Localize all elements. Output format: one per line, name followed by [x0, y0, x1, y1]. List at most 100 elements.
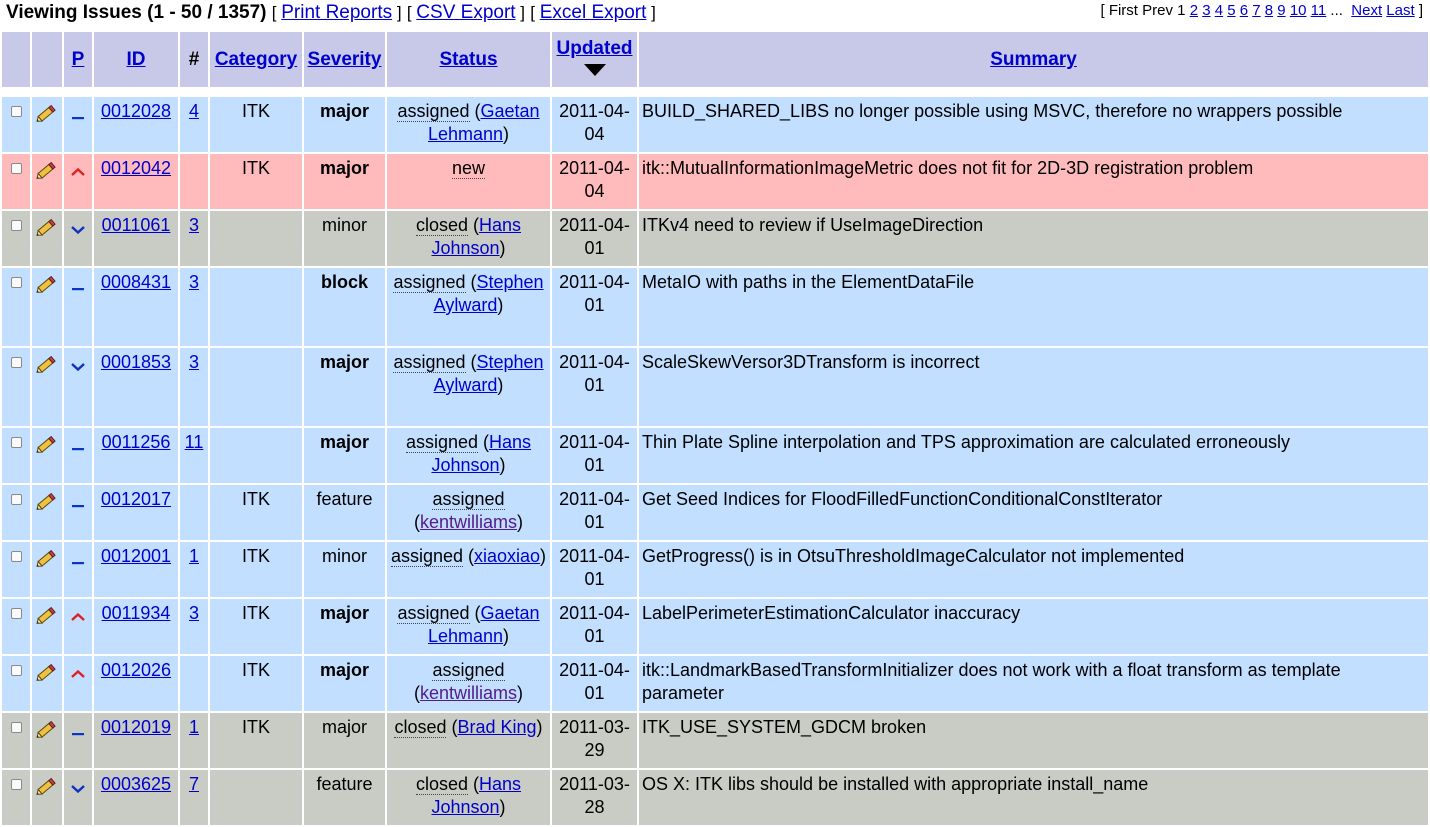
notes-count-link[interactable]: 3 — [189, 215, 199, 235]
row-select-checkbox[interactable] — [10, 494, 22, 505]
issue-id-link[interactable]: 0012028 — [101, 101, 171, 121]
issue-id-link[interactable]: 0012026 — [101, 660, 171, 680]
excel-export-link[interactable]: Excel Export — [540, 2, 647, 23]
pager-page-link[interactable]: 5 — [1227, 2, 1235, 19]
pager-page-link[interactable]: 9 — [1277, 2, 1285, 19]
pager-page-link[interactable]: 11 — [1311, 2, 1327, 19]
pencil-icon[interactable] — [35, 353, 59, 381]
issue-id-link[interactable]: 0003625 — [101, 774, 171, 794]
pencil-icon[interactable] — [35, 433, 59, 461]
pager-page-link[interactable]: 2 — [1190, 2, 1198, 19]
table-row: 0003625 7 feature closed (Hans Johnson) 2011… — [2, 770, 1428, 825]
status-cell: assigned (kentwilliams) — [387, 656, 550, 711]
sort-status-link[interactable]: Status — [439, 49, 497, 70]
notes-count-link[interactable]: 11 — [185, 432, 204, 452]
priority-normal-icon — [71, 104, 85, 127]
pager-next-link[interactable]: Next — [1351, 2, 1382, 19]
row-select-checkbox[interactable] — [10, 722, 22, 733]
pager-page-link[interactable]: 3 — [1202, 2, 1210, 19]
updated-cell: 2011-03- 28 — [552, 770, 637, 825]
pencil-icon[interactable] — [35, 661, 59, 689]
updated-date: 2011-04- 01 — [559, 432, 630, 475]
pager-page-link[interactable]: 8 — [1265, 2, 1273, 19]
table-header-row: P ID # Category Severity Status Updated … — [2, 32, 1428, 87]
row-select-checkbox[interactable] — [10, 665, 22, 676]
pencil-icon[interactable] — [35, 216, 59, 244]
row-select-checkbox[interactable] — [10, 551, 22, 562]
row-select-checkbox[interactable] — [10, 437, 22, 448]
updated-cell: 2011-04- 01 — [552, 485, 637, 540]
handler-link[interactable]: xiaoxiao — [474, 546, 540, 566]
sort-priority-link[interactable]: P — [72, 49, 85, 70]
priority-high-icon — [71, 161, 85, 184]
pencil-icon[interactable] — [35, 775, 59, 803]
row-select-checkbox[interactable] — [10, 163, 22, 174]
updated-cell: 2011-04- 04 — [552, 97, 637, 152]
notes-count-link[interactable]: 3 — [189, 272, 199, 292]
issue-id-link[interactable]: 0008431 — [101, 272, 171, 292]
notes-count-link[interactable]: 3 — [189, 603, 199, 623]
pencil-icon[interactable] — [35, 718, 59, 746]
pencil-icon[interactable] — [35, 102, 59, 130]
category-cell — [210, 211, 302, 266]
pencil-icon[interactable] — [35, 273, 59, 301]
issue-id-link[interactable]: 0001853 — [101, 352, 171, 372]
sort-summary-link[interactable]: Summary — [990, 49, 1077, 70]
row-select-checkbox[interactable] — [10, 106, 22, 117]
status-cell: assigned (xiaoxiao) — [387, 542, 550, 597]
row-select-checkbox[interactable] — [10, 277, 22, 288]
sort-severity-link[interactable]: Severity — [308, 49, 382, 70]
category-cell: ITK — [210, 97, 302, 152]
notes-count-link[interactable]: 1 — [189, 717, 199, 737]
handler-link[interactable]: Brad King — [457, 717, 536, 737]
updated-cell: 2011-04- 01 — [552, 656, 637, 711]
issue-id-link[interactable]: 0012001 — [101, 546, 171, 566]
priority-low-icon — [71, 218, 85, 241]
notes-count-link[interactable]: 3 — [189, 352, 199, 372]
updated-date: 2011-04- 04 — [559, 158, 630, 201]
pager-last-link[interactable]: Last — [1386, 2, 1414, 19]
status-label: closed — [415, 215, 468, 236]
notes-count-link[interactable]: 4 — [189, 101, 199, 121]
row-select-checkbox[interactable] — [10, 357, 22, 368]
pager-page-link[interactable]: 4 — [1215, 2, 1223, 19]
pager-page-link[interactable]: 6 — [1240, 2, 1248, 19]
pager-page-link[interactable]: 10 — [1290, 2, 1307, 19]
pencil-icon[interactable] — [35, 604, 59, 632]
pencil-icon[interactable] — [35, 159, 59, 187]
summary-cell: OS X: ITK libs should be installed with … — [639, 770, 1428, 825]
handler-link[interactable]: kentwilliams — [420, 683, 517, 703]
print-reports-link[interactable]: Print Reports — [281, 2, 392, 23]
issue-id-link[interactable]: 0011934 — [102, 603, 171, 623]
updated-date: 2011-04- 01 — [559, 546, 630, 589]
row-select-checkbox[interactable] — [10, 779, 22, 790]
table-row: 0012019 1 ITK major closed (Brad King) 2011-0… — [2, 713, 1428, 768]
updated-date: 2011-04- 01 — [559, 660, 630, 703]
pencil-icon[interactable] — [35, 490, 59, 518]
updated-date: 2011-04- 01 — [559, 272, 630, 315]
priority-normal-icon — [71, 435, 85, 458]
sort-updated-link[interactable]: Updated — [557, 38, 633, 59]
issue-id-link[interactable]: 0011061 — [102, 215, 171, 235]
severity-cell: major — [304, 428, 385, 483]
issue-id-link[interactable]: 0011256 — [102, 432, 171, 452]
row-select-checkbox[interactable] — [10, 608, 22, 619]
row-select-checkbox[interactable] — [10, 220, 22, 231]
issue-id-link[interactable]: 0012017 — [101, 489, 171, 509]
csv-export-link[interactable]: CSV Export — [416, 2, 515, 23]
summary-cell: Thin Plate Spline interpolation and TPS … — [639, 428, 1428, 483]
handler-link[interactable]: kentwilliams — [420, 512, 517, 532]
category-cell — [210, 348, 302, 426]
status-label: assigned — [397, 603, 470, 624]
notes-count-link[interactable]: 7 — [189, 774, 199, 794]
sort-category-link[interactable]: Category — [215, 49, 297, 70]
severity-cell: block — [304, 268, 385, 346]
sort-id-link[interactable]: ID — [127, 49, 146, 70]
pager-page-link[interactable]: 7 — [1252, 2, 1260, 19]
pencil-icon[interactable] — [35, 547, 59, 575]
issue-id-link[interactable]: 0012019 — [101, 717, 171, 737]
category-cell: ITK — [210, 154, 302, 209]
top-bar: Viewing Issues (1 - 50 / 1357) [ Print R… — [0, 0, 1430, 26]
issue-id-link[interactable]: 0012042 — [101, 158, 171, 178]
notes-count-link[interactable]: 1 — [189, 546, 199, 566]
